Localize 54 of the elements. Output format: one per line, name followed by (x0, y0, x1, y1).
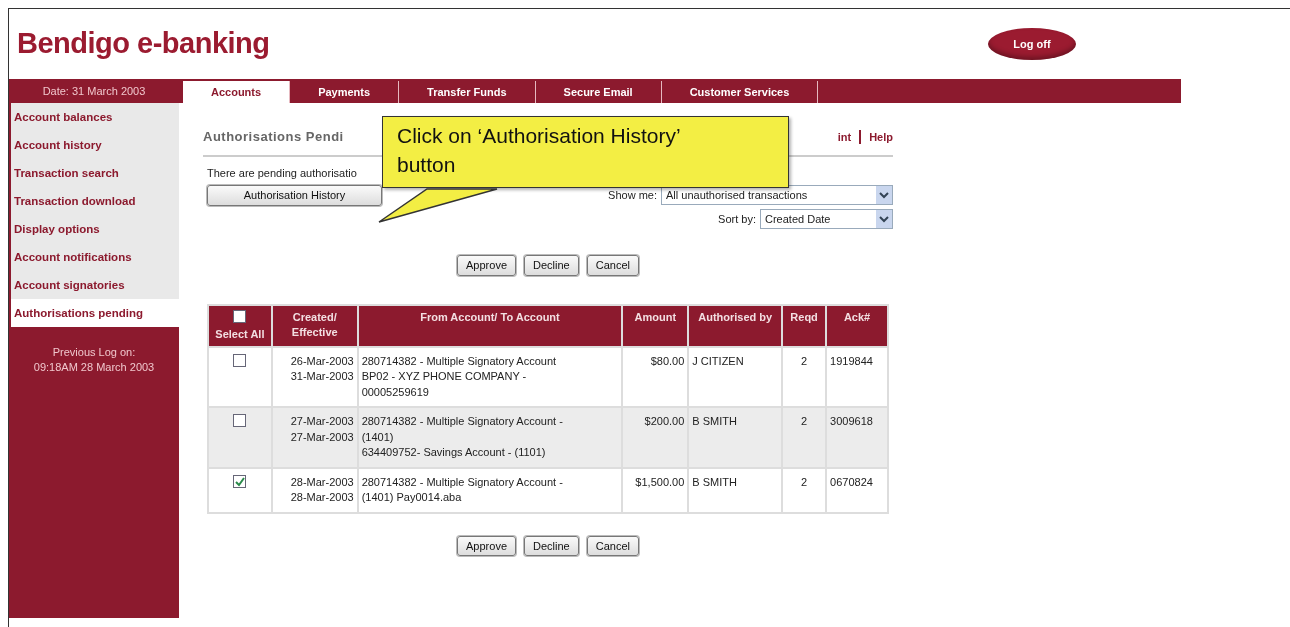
checkbox[interactable] (233, 353, 247, 367)
sidebar-link[interactable]: Account history (11, 131, 179, 159)
header-link[interactable]: int (837, 128, 852, 145)
action-button[interactable]: Decline (524, 535, 579, 556)
sidebar-link[interactable]: Authorisations pending (11, 299, 179, 327)
sidebar-link[interactable]: Transaction download (11, 187, 179, 215)
checkbox[interactable] (233, 414, 247, 427)
log-off-button[interactable]: Log off (988, 28, 1076, 60)
column-header: Amount (622, 304, 689, 347)
sort-by-dropdown[interactable]: Created Date (760, 209, 893, 229)
page-heading: Authorisations Pendi (203, 128, 344, 146)
table-cell: 0670824 (826, 467, 888, 513)
previous-logon-text: Previous Log on: 09:18AM 28 March 2003 (32, 345, 156, 375)
action-button[interactable]: Approve (457, 535, 516, 556)
sidebar-link[interactable]: Account balances (11, 103, 179, 131)
action-button[interactable]: Decline (524, 255, 579, 276)
sort-by-label: Sort by: (718, 211, 756, 227)
table-cell: 28-Mar-2003 28-Mar-2003 (271, 467, 358, 513)
column-header: Authorised by (688, 304, 783, 347)
nav-tab[interactable]: Payments (290, 81, 400, 103)
show-me-label: Show me: (608, 187, 657, 203)
authorisation-history-button[interactable]: Authorisation History (207, 185, 382, 206)
current-date: Date: 31 March 2003 (41, 84, 147, 99)
sidebar-link[interactable]: Transaction search (11, 159, 179, 187)
header-link[interactable]: Help (869, 128, 893, 145)
checkbox[interactable] (233, 474, 247, 488)
column-header: Reqd (782, 304, 827, 347)
table-cell: 27-Mar-2003 27-Mar-2003 (271, 407, 358, 468)
table-cell: B SMITH (688, 407, 783, 468)
column-header: From Account/ To Account (357, 304, 623, 347)
sidebar-link[interactable]: Display options (11, 215, 179, 243)
action-button[interactable]: Cancel (586, 535, 639, 556)
sidebar-link[interactable]: Account signatories (11, 271, 179, 299)
sidebar-link[interactable]: Account notifications (11, 243, 179, 271)
checkbox[interactable] (233, 309, 247, 323)
column-header: Ack# (826, 304, 888, 347)
table-cell: 280714382 - Multiple Signatory Account - (1401) 634409752- Savings Account - (1101) (357, 407, 623, 468)
table-cell: 3009618 (826, 407, 888, 468)
column-header: Select All (214, 326, 266, 342)
table-cell: 280714382 - Multiple Signatory Account - (1401) Pay0014.aba (357, 467, 623, 513)
nav-tab[interactable]: Accounts (183, 81, 291, 103)
nav-tab[interactable]: Transfer Funds (399, 81, 536, 103)
notice-text: There are pending authorisatio (207, 166, 357, 179)
action-button[interactable]: Cancel (586, 255, 639, 276)
site-title: Bendigo e-banking (17, 26, 270, 62)
nav-tab[interactable]: Customer Services (661, 81, 819, 103)
column-header: Created/ Effective (271, 304, 358, 347)
table-cell: $200.00 (622, 407, 689, 468)
table-cell: $1,500.00 (622, 467, 689, 513)
nav-tab[interactable]: Secure Email (535, 81, 662, 103)
table-cell: 2 (782, 467, 827, 513)
table-cell: B SMITH (688, 467, 783, 513)
action-button[interactable]: Approve (457, 255, 516, 276)
table-cell: 2 (782, 407, 827, 468)
